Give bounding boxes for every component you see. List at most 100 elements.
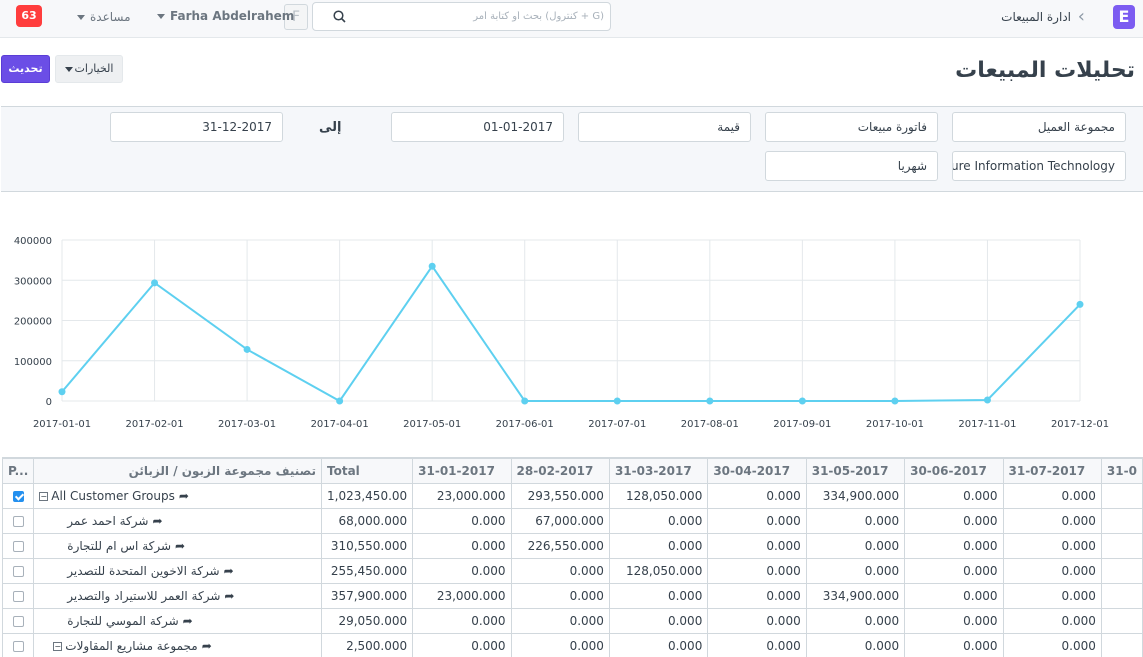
value-cell: 23,000.000: [412, 583, 512, 609]
column-header[interactable]: P...: [2, 458, 35, 484]
value-cell: 0.000: [510, 583, 610, 609]
share-icon[interactable]: ➦: [175, 539, 185, 553]
breadcrumb[interactable]: ادارة المبيعات: [1001, 10, 1071, 24]
value-cell: 29,050.000: [320, 608, 414, 634]
share-icon[interactable]: ➦: [202, 639, 212, 653]
y-tick-label: 200000: [14, 317, 52, 328]
column-header[interactable]: 31-07-2017: [1002, 458, 1102, 484]
value-cell: 0.000: [904, 558, 1004, 584]
x-tick-label: 2017-02-01: [125, 419, 183, 430]
share-icon[interactable]: ➦: [152, 514, 162, 528]
from-date-field[interactable]: 01-01-2017: [391, 112, 564, 142]
value-cell: 128,050.000: [608, 558, 709, 584]
column-header[interactable]: Total: [320, 458, 414, 484]
row-checkbox[interactable]: [12, 591, 24, 602]
row-name: شركة العمر للاستيراد والتصدير: [67, 589, 221, 603]
value-cell: 0.000: [608, 583, 709, 609]
refresh-button[interactable]: تحديث: [1, 55, 50, 83]
column-header[interactable]: 31-05-2017: [805, 458, 906, 484]
value-cell: 334,900.000: [805, 583, 906, 609]
value-cell: 0.000: [904, 508, 1004, 534]
options-label: الخيارات: [74, 62, 114, 75]
column-header[interactable]: 31-01-2017: [412, 458, 512, 484]
column-header[interactable]: 30-06-2017: [904, 458, 1004, 484]
share-icon[interactable]: ➦: [224, 564, 234, 578]
column-header[interactable]: 31-03-2017: [608, 458, 709, 484]
collapse-toggle-icon[interactable]: −: [53, 642, 63, 651]
column-header[interactable]: 31-0: [1100, 458, 1143, 484]
value-cell: 0.000: [1002, 583, 1102, 609]
range-select[interactable]: شهريا: [765, 151, 938, 181]
value-cell: 0.000: [904, 608, 1004, 634]
row-checkbox[interactable]: [12, 541, 24, 552]
share-icon[interactable]: ➦: [179, 489, 189, 503]
help-menu[interactable]: مساعدة: [72, 10, 131, 24]
value-cell: 0.000: [707, 608, 807, 634]
help-label: مساعدة: [90, 10, 131, 24]
value-cell: 293,550.000: [510, 483, 610, 509]
table-body: − All Customer Groups ➦ 1,023,450.00 23,000.…: [2, 483, 1143, 657]
tree-type-select[interactable]: مجموعة العميل: [952, 112, 1126, 142]
share-icon[interactable]: ➦: [224, 589, 234, 603]
search-box[interactable]: [312, 2, 611, 31]
search-input[interactable]: [357, 6, 604, 27]
doc-type-select[interactable]: فاتورة مبيعات: [765, 112, 938, 142]
share-icon[interactable]: ➦: [183, 614, 193, 628]
x-tick-label: 2017-08-01: [681, 419, 739, 430]
app-logo[interactable]: E: [1113, 5, 1135, 29]
value-cell: 0.000: [608, 508, 709, 534]
x-tick-label: 2017-12-01: [1051, 419, 1109, 430]
table-row[interactable]: شركة اس ام للتجارة ➦ 310,550.000 0.000 226,5…: [2, 533, 1143, 559]
value-quantity-select[interactable]: قيمة: [578, 112, 751, 142]
value-cell: 0.000: [510, 558, 610, 584]
value-cell: 0.000: [904, 483, 1004, 509]
table-row[interactable]: شركة العمر للاستيراد والتصدير ➦ 357,900.00…: [2, 583, 1143, 609]
row-name-cell: − مجموعة مشاريع المقاولات ➦: [33, 633, 322, 657]
row-checkbox-cell: [2, 483, 35, 509]
value-cell: [1100, 633, 1143, 657]
user-menu[interactable]: Farha Abdelrahem: [152, 9, 294, 23]
navbar: E ‹ ادارة المبيعات F Farha Abdelrahem مس…: [0, 0, 1143, 38]
row-checkbox[interactable]: [12, 566, 24, 577]
column-header[interactable]: 30-04-2017: [707, 458, 807, 484]
row-checkbox[interactable]: [12, 491, 24, 502]
value-cell: [1100, 508, 1143, 534]
row-checkbox[interactable]: [12, 616, 24, 627]
value-cell: [1100, 483, 1143, 509]
row-name-cell: شركة احمد عمر ➦: [33, 508, 322, 534]
y-tick-label: 300000: [14, 276, 52, 287]
company-value: Future Information Technology: [952, 159, 1115, 173]
data-table-container[interactable]: P... تصنيف مجموعة الزبون / الزبائن Total 31…: [2, 457, 1143, 657]
notification-badge[interactable]: 63: [16, 5, 42, 27]
value-cell: 0.000: [412, 558, 512, 584]
row-checkbox-cell: [2, 533, 35, 559]
table-row[interactable]: شركة احمد عمر ➦ 68,000.000 0.000 67,000.000 0…: [2, 508, 1143, 534]
table-row[interactable]: شركة الموسي للتجارة ➦ 29,050.000 0.000 0.000…: [2, 608, 1143, 634]
value-cell: 0.000: [412, 608, 512, 634]
data-point: [151, 279, 159, 287]
row-name: مجموعة مشاريع المقاولات: [65, 639, 198, 653]
row-name: شركة الموسي للتجارة: [67, 614, 179, 628]
value-cell: 0.000: [1002, 558, 1102, 584]
row-name-cell: شركة اس ام للتجارة ➦: [33, 533, 322, 559]
x-tick-label: 2017-10-01: [866, 419, 924, 430]
options-button[interactable]: الخيارات: [55, 55, 123, 83]
x-tick-label: 2017-01-01: [33, 419, 91, 430]
table-row[interactable]: شركة الاخوين المتحدة للتصدير ➦ 255,450.000…: [2, 558, 1143, 584]
value-cell: 226,550.000: [510, 533, 610, 559]
chevron-left-icon[interactable]: ‹: [1078, 7, 1085, 27]
column-header[interactable]: تصنيف مجموعة الزبون / الزبائن: [33, 458, 322, 484]
to-label: إلى: [319, 120, 342, 135]
collapse-toggle-icon[interactable]: −: [39, 492, 49, 501]
row-checkbox[interactable]: [12, 516, 24, 527]
table-row[interactable]: − All Customer Groups ➦ 1,023,450.00 23,000.…: [2, 483, 1143, 509]
row-checkbox-cell: [2, 583, 35, 609]
row-checkbox[interactable]: [12, 641, 24, 652]
company-field[interactable]: Future Information Technology: [952, 151, 1126, 181]
value-cell: 23,000.000: [412, 483, 512, 509]
table-row[interactable]: − مجموعة مشاريع المقاولات ➦ 2,500.000 0.000 0…: [2, 633, 1143, 657]
to-date-field[interactable]: 31-12-2017: [110, 112, 283, 142]
column-header[interactable]: 28-02-2017: [510, 458, 610, 484]
filter-panel: مجموعة العميل فاتورة مبيعات قيمة 01-01-2…: [1, 106, 1143, 192]
value-cell: [1100, 533, 1143, 559]
